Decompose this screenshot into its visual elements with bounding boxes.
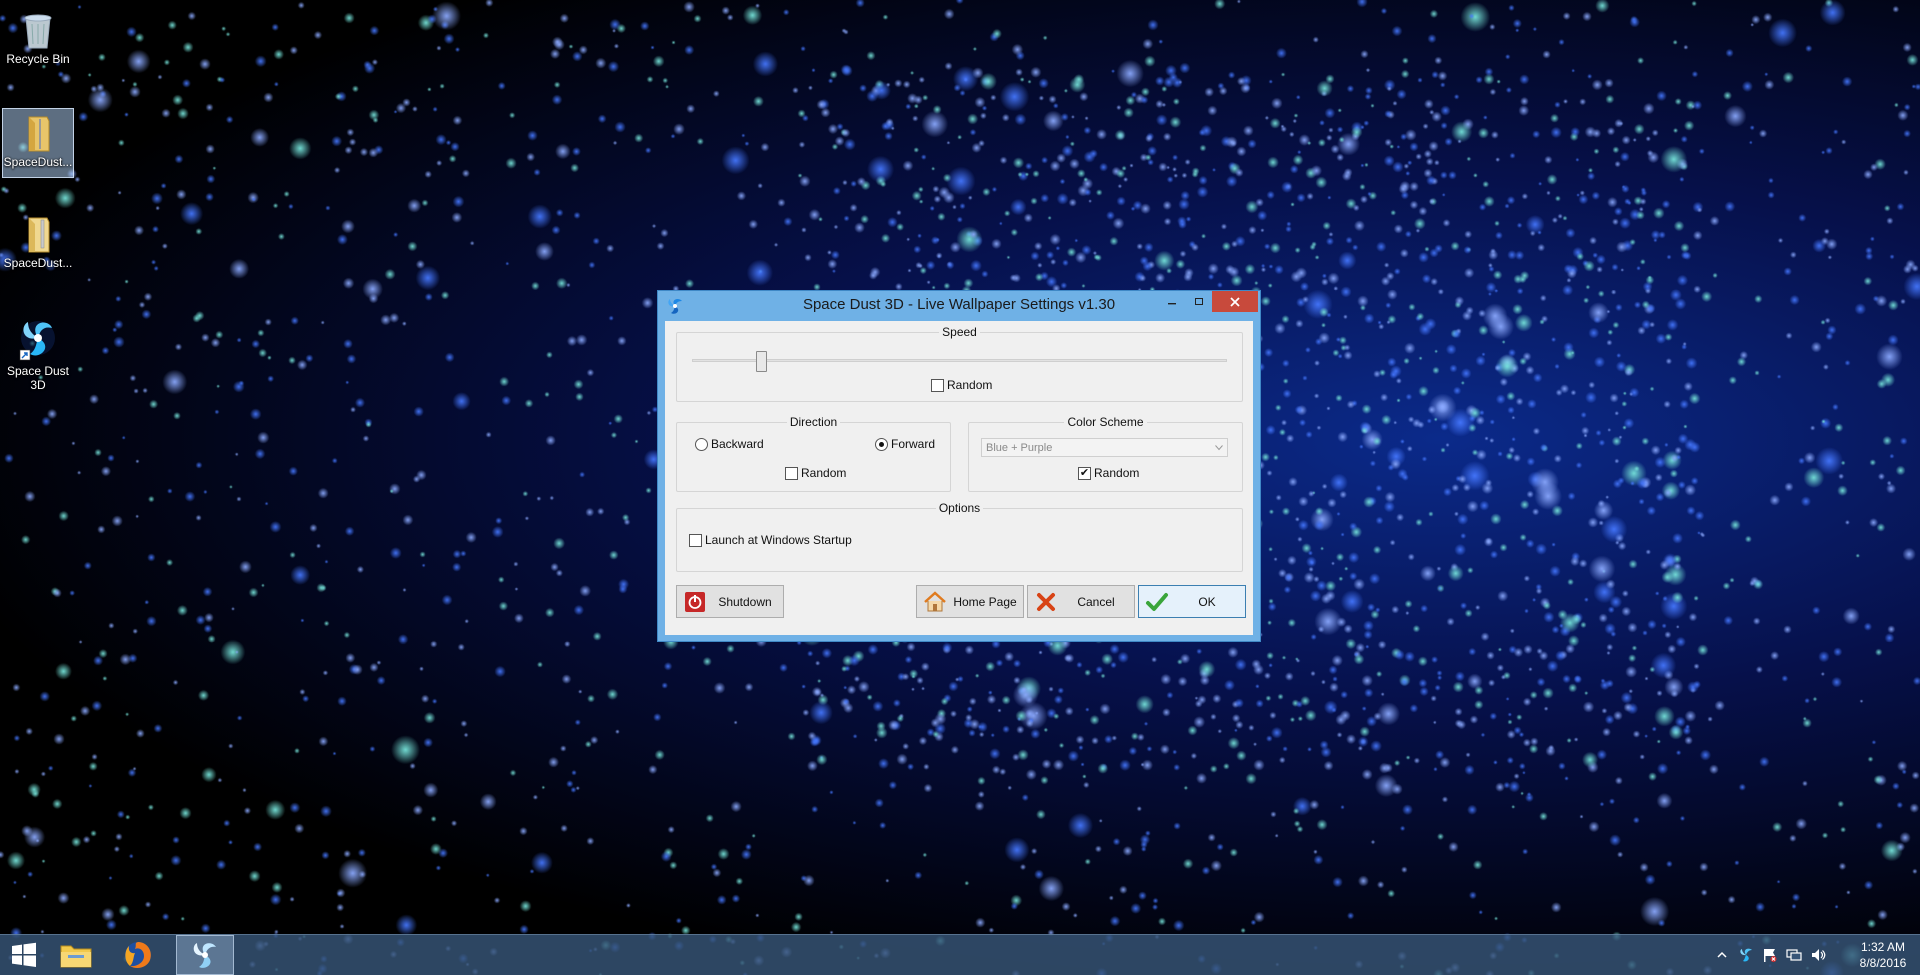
color-scheme-value: Blue + Purple bbox=[986, 441, 1053, 454]
color-scheme-select[interactable]: Blue + Purple bbox=[981, 438, 1228, 457]
color-random-label: Random bbox=[1094, 466, 1140, 480]
color-scheme-group: Color Scheme Blue + Purple ✔ Random bbox=[968, 415, 1243, 492]
shutdown-button[interactable]: Shutdown bbox=[676, 585, 784, 618]
power-icon bbox=[685, 591, 705, 612]
desktop-icon-recycle-bin[interactable]: Recycle Bin bbox=[2, 6, 74, 76]
firefox-icon bbox=[125, 942, 151, 968]
desktop-icon-spacedust-zip[interactable]: SpaceDust... bbox=[2, 210, 74, 280]
home-icon bbox=[924, 590, 946, 611]
desktop-icon-label: Recycle Bin bbox=[6, 52, 70, 66]
speed-group: Speed Random bbox=[676, 325, 1243, 402]
direction-forward-radio[interactable]: Forward bbox=[875, 437, 935, 451]
taskbar-space-dust[interactable] bbox=[176, 935, 234, 975]
direction-group: Direction Backward Forward Random bbox=[676, 415, 951, 492]
network-icon[interactable] bbox=[1786, 947, 1802, 963]
clock-date: 8/8/2016 bbox=[1859, 956, 1907, 970]
close-button[interactable] bbox=[1212, 291, 1258, 312]
start-button[interactable] bbox=[0, 935, 48, 975]
dialog-body: Speed Random Direction Backward Forward … bbox=[665, 321, 1253, 635]
space-dust-icon bbox=[193, 943, 216, 968]
minimize-icon bbox=[1167, 302, 1176, 304]
speed-random-checkbox[interactable]: Random bbox=[931, 378, 992, 392]
checkmark-icon bbox=[1146, 592, 1168, 611]
dialog-titlebar[interactable]: Space Dust 3D - Live Wallpaper Settings … bbox=[658, 291, 1260, 321]
home-page-label: Home Page bbox=[953, 594, 1017, 609]
checkbox-box[interactable] bbox=[785, 466, 798, 480]
checkbox-box[interactable]: ✔ bbox=[1078, 466, 1091, 480]
direction-random-label: Random bbox=[801, 466, 847, 480]
minimize-button[interactable] bbox=[1158, 291, 1185, 312]
options-group-label: Options bbox=[935, 501, 984, 515]
color-scheme-group-label: Color Scheme bbox=[1064, 415, 1147, 429]
color-random-checkbox[interactable]: ✔ Random bbox=[1078, 466, 1139, 480]
ok-label: OK bbox=[1198, 594, 1216, 609]
taskbar: 1:32 AM 8/8/2016 bbox=[0, 934, 1920, 975]
direction-forward-label: Forward bbox=[891, 437, 936, 451]
close-icon bbox=[1230, 296, 1240, 307]
speed-random-label: Random bbox=[947, 378, 993, 392]
folder-zip-icon bbox=[28, 217, 50, 253]
recycle-bin-icon bbox=[24, 14, 52, 49]
cancel-button[interactable]: Cancel bbox=[1027, 585, 1135, 618]
direction-backward-radio[interactable]: Backward bbox=[695, 437, 764, 451]
radio-circle[interactable] bbox=[695, 437, 708, 451]
checkbox-box[interactable] bbox=[931, 378, 944, 392]
taskbar-firefox[interactable] bbox=[114, 935, 162, 975]
cancel-x-icon bbox=[1037, 592, 1055, 611]
speed-group-label: Speed bbox=[939, 325, 980, 339]
desktop-icon-label: Space Dust 3D bbox=[6, 364, 70, 392]
maximize-button[interactable] bbox=[1185, 291, 1212, 312]
taskbar-file-explorer[interactable] bbox=[52, 935, 100, 975]
home-page-button[interactable]: Home Page bbox=[916, 585, 1024, 618]
volume-icon[interactable] bbox=[1810, 947, 1826, 963]
direction-backward-label: Backward bbox=[711, 437, 764, 451]
folder-icon bbox=[28, 116, 50, 152]
space-dust-tray-icon[interactable] bbox=[1738, 947, 1754, 963]
launch-startup-label: Launch at Windows Startup bbox=[705, 533, 852, 547]
desktop-icon-spacedust-folder[interactable]: SpaceDust... bbox=[2, 108, 74, 178]
action-center-flag-icon[interactable] bbox=[1762, 947, 1778, 963]
file-explorer-icon bbox=[60, 945, 92, 968]
windows-start-icon bbox=[12, 942, 36, 967]
speed-slider-thumb[interactable] bbox=[755, 351, 767, 372]
space-dust-icon bbox=[19, 321, 55, 361]
shutdown-label: Shutdown bbox=[718, 594, 772, 609]
options-group: Options Launch at Windows Startup bbox=[676, 501, 1243, 572]
desktop-icon-label: SpaceDust... bbox=[3, 256, 73, 270]
desktop-icon-space-dust-3d[interactable]: Space Dust 3D bbox=[2, 314, 74, 398]
direction-random-checkbox[interactable]: Random bbox=[785, 466, 846, 480]
radio-circle[interactable] bbox=[875, 437, 888, 451]
taskbar-clock[interactable]: 1:32 AM 8/8/2016 bbox=[1848, 939, 1918, 971]
maximize-icon bbox=[1194, 297, 1203, 305]
desktop-icon-label: SpaceDust... bbox=[3, 155, 73, 169]
speed-slider-track[interactable] bbox=[692, 359, 1227, 362]
show-hidden-icons-icon[interactable] bbox=[1714, 947, 1730, 963]
checkbox-box[interactable] bbox=[689, 533, 702, 547]
chevron-down-icon bbox=[1215, 444, 1223, 450]
cancel-label: Cancel bbox=[1077, 594, 1115, 609]
launch-startup-checkbox[interactable]: Launch at Windows Startup bbox=[689, 533, 852, 547]
direction-group-label: Direction bbox=[786, 415, 841, 429]
ok-button[interactable]: OK bbox=[1138, 585, 1246, 618]
clock-time: 1:32 AM bbox=[1860, 940, 1906, 954]
settings-dialog: Space Dust 3D - Live Wallpaper Settings … bbox=[657, 290, 1261, 642]
